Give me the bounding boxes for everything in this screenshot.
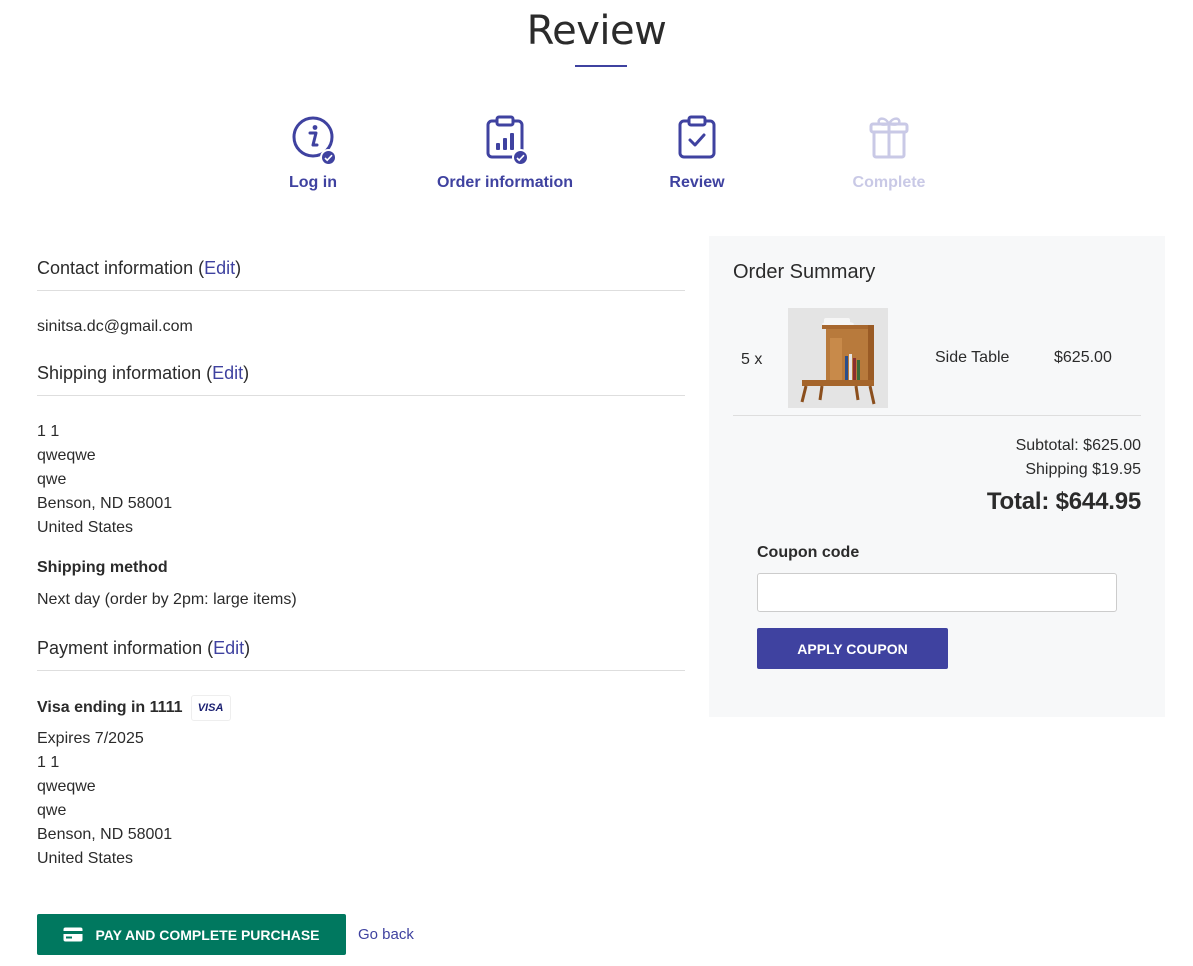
step-log-in[interactable]: Log in [218,112,408,192]
card-brand: VISA [197,702,224,714]
edit-payment-link[interactable]: Edit [213,638,244,658]
step-label: Order information [436,174,573,191]
heading-close: ) [244,638,251,658]
item-price: $625.00 [1054,349,1112,366]
item-name: Side Table [935,349,1010,366]
heading-close: ) [243,363,250,383]
coupon-label: Coupon code [757,544,860,561]
contact-email: sinitsa.dc@gmail.com [37,318,193,335]
step-label: Log in [289,174,337,191]
edit-contact-link[interactable]: Edit [204,258,235,278]
address-line: Benson, ND 58001 [37,495,173,512]
step-complete: Complete [794,112,984,192]
pay-and-complete-button[interactable]: PAY AND COMPLETE PURCHASE [37,914,346,955]
order-summary: Order Summary 5 x Side Table $625.00 Sub… [709,236,1165,717]
address-line: qweqwe [37,778,96,795]
step-review[interactable]: Review [602,112,792,192]
check-icon [320,149,337,166]
shipping-heading: Shipping information (Edit) [37,363,685,396]
heading-close: ) [235,258,242,278]
shipping-method-label: Shipping method [37,559,168,576]
payment-heading-text: Payment information ( [37,638,214,658]
shipping-address: 1 1 qweqwe qwe Benson, ND 58001 United S… [37,420,685,540]
address-line: 1 1 [37,754,60,771]
card-line: Visa ending in 1111 VISA [37,695,685,721]
address-line: 1 1 [37,423,60,440]
page-title: Review [526,8,667,54]
apply-coupon-button[interactable]: APPLY COUPON [757,628,948,669]
item-quantity: 5 x [741,351,763,368]
address-line: qwe [37,802,67,819]
shipping-heading-text: Shipping information ( [37,363,213,383]
address-line: Benson, ND 58001 [37,826,173,843]
check-icon [512,149,529,166]
edit-shipping-link[interactable]: Edit [212,363,243,383]
address-line: qweqwe [37,447,96,464]
review-details: Contact information (Edit) sinitsa.dc@gm… [37,258,685,871]
checkout-steps: Log in Order information Review Complete [0,112,1193,202]
billing-address: 1 1 qweqwe qwe Benson, ND 58001 United S… [37,751,685,871]
step-label: Review [669,174,725,191]
go-back-link[interactable]: Go back [358,926,414,943]
title-underline [575,65,627,67]
subtotal: Subtotal: $625.00 [1015,437,1141,454]
address-line: qwe [37,471,67,488]
address-line: United States [37,519,134,536]
card-description: Visa ending in 1111 [37,699,183,717]
clipboard-check-icon [678,115,716,159]
pay-button-label: PAY AND COMPLETE PURCHASE [95,926,320,943]
order-summary-title: Order Summary [733,261,876,283]
pay-actions: PAY AND COMPLETE PURCHASE Go back [37,914,414,955]
order-totals: Subtotal: $625.00 Shipping $19.95 Total:… [987,434,1141,516]
step-label: Complete [852,174,926,191]
card-expiry: Expires 7/2025 [37,730,144,747]
address-line: United States [37,850,134,867]
shipping-method-value: Next day (order by 2pm: large items) [37,591,297,608]
cart-item: 5 x Side Table $625.00 [733,308,1141,416]
order-total: Total: $644.95 [986,488,1141,515]
contact-heading-text: Contact information ( [37,258,205,278]
payment-heading: Payment information (Edit) [37,638,685,671]
product-image [788,308,888,408]
contact-heading: Contact information (Edit) [37,258,685,291]
coupon-input[interactable] [757,573,1117,612]
shipping-cost: Shipping $19.95 [1025,461,1141,478]
visa-card-icon: VISA [190,695,231,721]
credit-card-icon [63,927,83,942]
step-order-information[interactable]: Order information [410,112,600,192]
gift-icon [869,117,909,159]
